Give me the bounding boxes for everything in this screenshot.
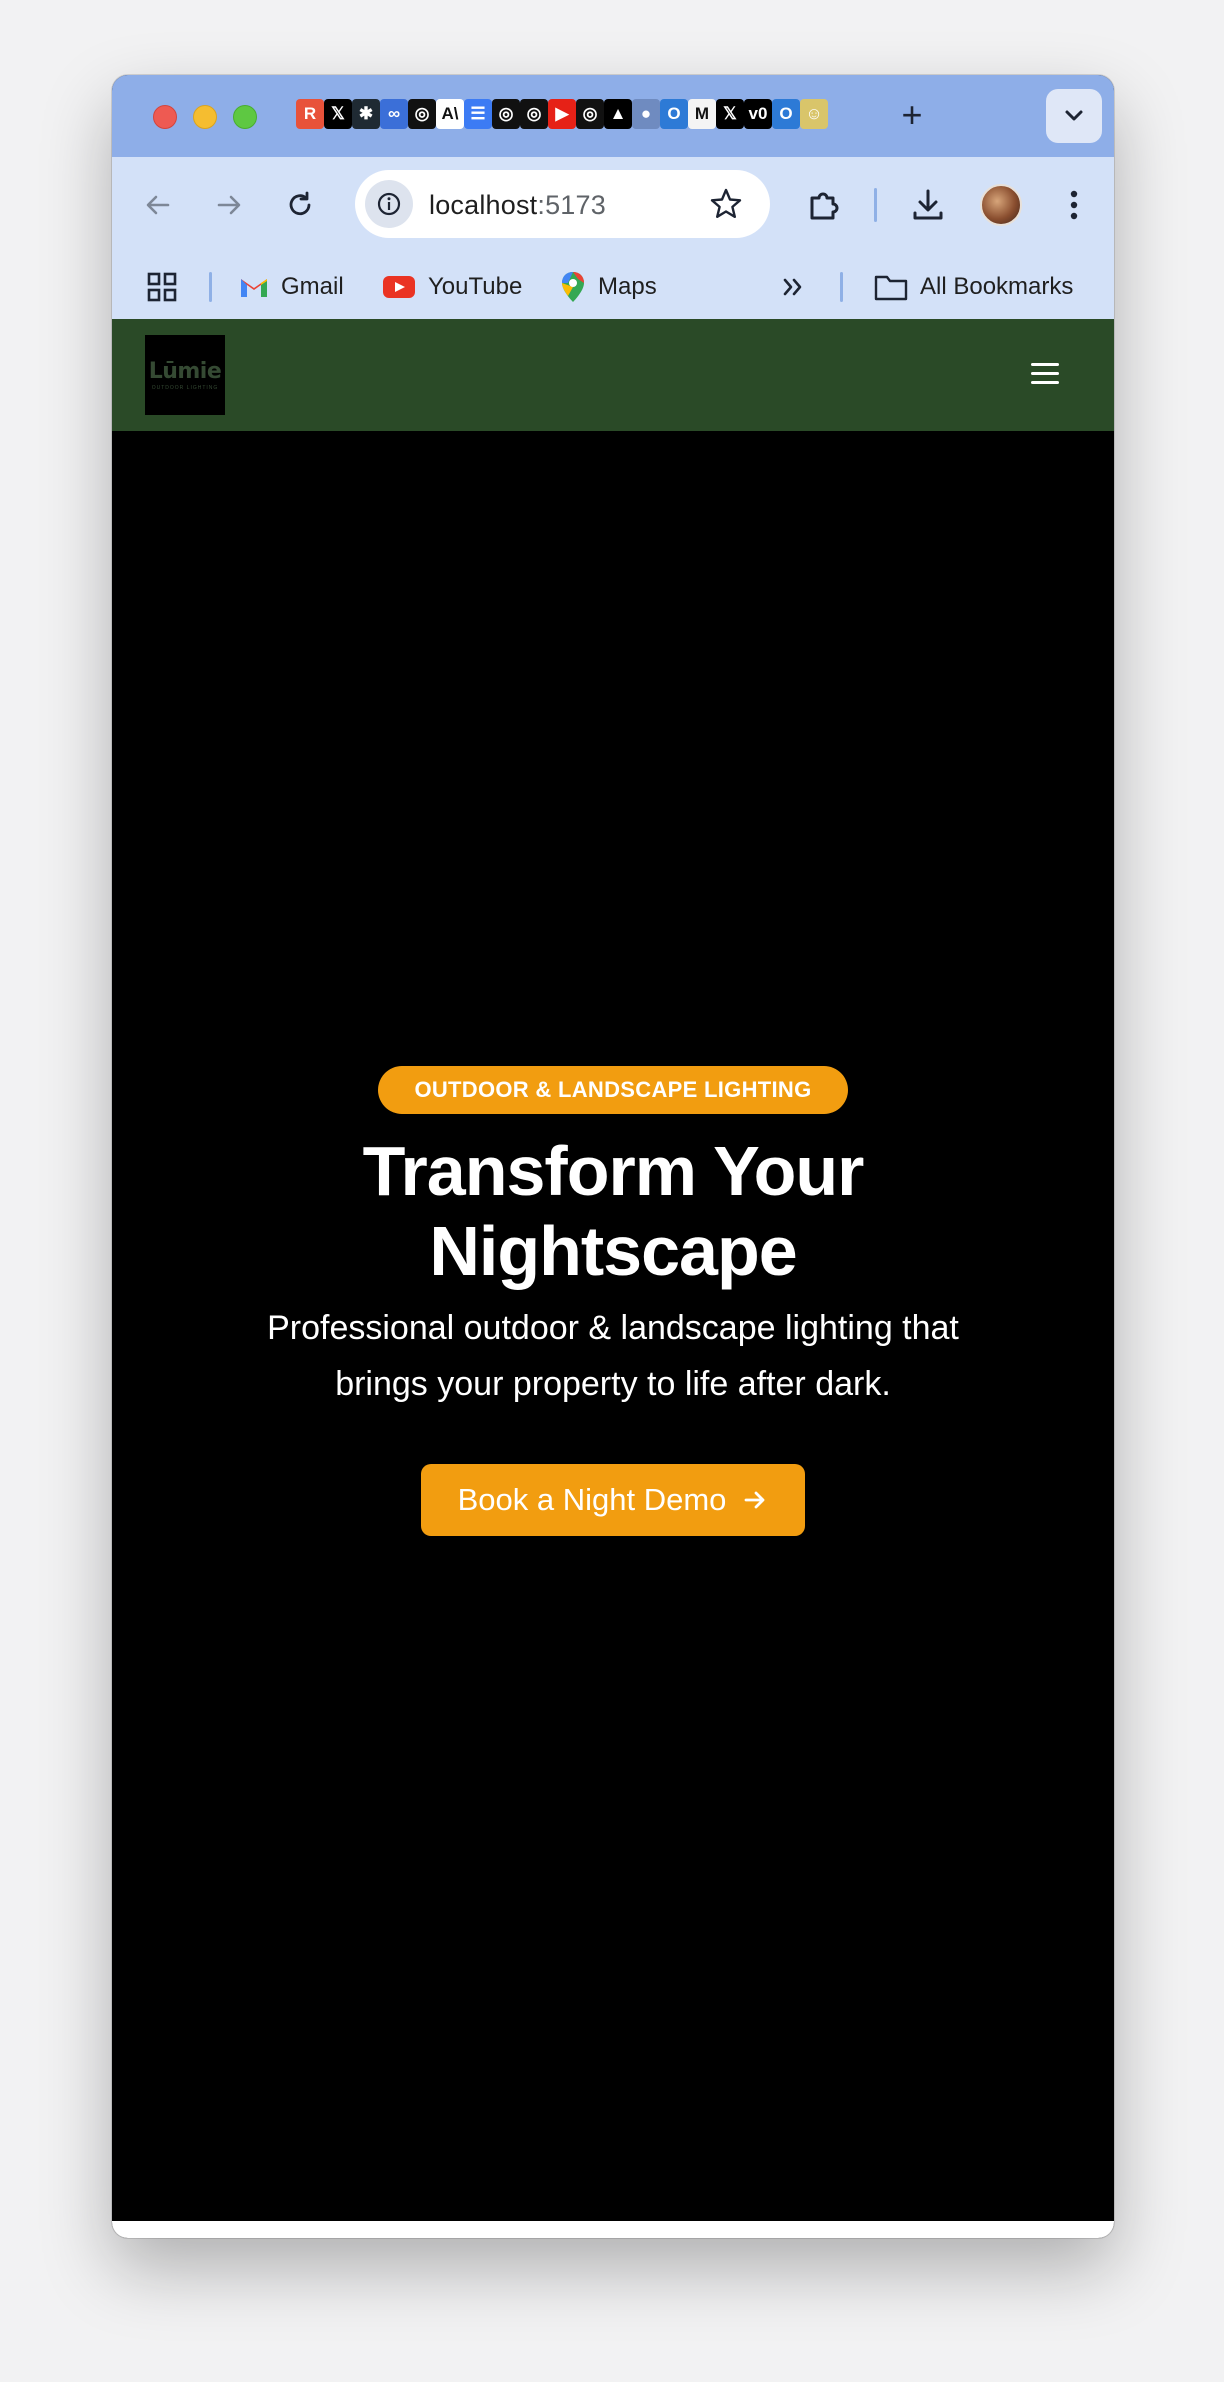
bookmark-star-button[interactable] [708,186,744,227]
apps-button[interactable] [146,267,178,307]
cta-label: Book a Night Demo [457,1482,727,1517]
arrow-left-icon [146,195,170,215]
outlook-icon[interactable]: O [772,99,800,129]
browser-toolbar: localhost:5173 Gmail YouTube Maps All Bo… [112,157,1114,319]
forward-button[interactable] [209,185,249,225]
tab-strip: R 𝕏 ✱ ∞ ◎ A\ ☰ ◎ ◎ ▶ ◎ ▲ ● O M 𝕏v0 O ☺ + [112,75,1114,157]
meta-icon[interactable]: ∞ [380,99,408,129]
arrow-right-icon [745,1491,765,1509]
minimize-window-button[interactable] [193,105,217,129]
bookmark-label: YouTube [428,273,523,300]
back-button[interactable] [138,185,178,225]
outlook-icon[interactable]: O [660,99,688,129]
site-info-button[interactable] [365,180,413,228]
youtube-icon [382,275,416,299]
bookmark-label: Maps [598,273,657,300]
hero-subtext: Professional outdoor & landscape lightin… [212,1300,1014,1412]
bookmarks-divider [840,272,843,302]
hero-section: OUTDOOR & LANDSCAPE LIGHTING Transform Y… [112,431,1114,2221]
info-icon [377,192,401,216]
profile-avatar[interactable] [980,184,1022,226]
headline-line: Transform Your [362,1132,865,1210]
bookmark-label: Gmail [281,273,344,300]
chatgpt-icon[interactable]: ◎ [520,99,548,129]
puzzle-icon [810,192,839,220]
browser-menu-button[interactable] [1052,183,1096,227]
youtube-icon[interactable]: ▶ [548,99,576,129]
web-page: Lūmie OUTDOOR LIGHTING OUTDOOR & LANDSCA… [112,319,1114,2221]
more-vertical-icon [1070,190,1078,220]
arrow-right-icon [217,195,241,215]
page-bottom-edge [112,2221,1114,2238]
headline-line: Nightscape [429,1212,797,1290]
url-port: :5173 [537,190,606,220]
book-night-demo-button[interactable]: Book a Night Demo [421,1464,805,1536]
apps-grid-icon [147,272,177,302]
chevron-double-right-icon [783,278,802,296]
reload-button[interactable] [280,185,320,225]
address-bar[interactable]: localhost:5173 [355,170,770,238]
extensions-button[interactable] [802,183,846,227]
fullscreen-window-button[interactable] [233,105,257,129]
chatgpt-icon[interactable]: ◎ [576,99,604,129]
logo-tagline: OUTDOOR LIGHTING [151,385,219,391]
star-icon [710,188,742,218]
x-icon[interactable]: 𝕏 [716,99,744,129]
x-icon[interactable]: 𝕏 [324,99,352,129]
anthropic-icon[interactable]: A\ [436,99,464,129]
docs-icon[interactable]: ☰ [464,99,492,129]
avatar-icon[interactable]: ☺ [800,99,828,129]
perplexity-icon[interactable]: ✱ [352,99,380,129]
maps-icon [560,270,586,304]
chatgpt-icon[interactable]: ◎ [408,99,436,129]
site-header: Lūmie OUTDOOR LIGHTING [112,319,1114,431]
pinned-tabs: R 𝕏 ✱ ∞ ◎ A\ ☰ ◎ ◎ ▶ ◎ ▲ ● O M 𝕏v0 O ☺ [296,99,828,133]
toolbar-divider [874,188,877,222]
gmail-icon[interactable]: M [688,99,716,129]
chatgpt-icon[interactable]: ◎ [492,99,520,129]
more-bookmarks-button[interactable] [780,267,806,307]
subtext-line: Professional outdoor & landscape lightin… [267,1309,959,1347]
all-bookmarks-label: All Bookmarks [920,273,1074,300]
tab-search-button[interactable] [1046,89,1102,143]
globe-icon[interactable]: ● [632,99,660,129]
browser-window: R 𝕏 ✱ ∞ ◎ A\ ☰ ◎ ◎ ▶ ◎ ▲ ● O M 𝕏v0 O ☺ + localhost:5173 [112,75,1114,2238]
close-window-button[interactable] [153,105,177,129]
gmail-icon [239,275,269,299]
site-logo[interactable]: Lūmie OUTDOOR LIGHTING [145,335,225,415]
hamburger-menu-icon[interactable] [1031,363,1059,387]
download-icon [913,189,943,220]
subtext-line: brings your property to life after dark. [335,1365,891,1403]
bookmark-gmail[interactable]: Gmail [239,267,344,307]
folder-icon [874,273,908,301]
bookmark-youtube[interactable]: YouTube [382,267,522,307]
v0-icon[interactable]: v0 [744,99,772,129]
new-tab-button[interactable]: + [892,95,932,135]
all-bookmarks-button[interactable]: All Bookmarks [874,267,1073,307]
bookmarks-divider [209,272,212,302]
recraft-icon[interactable]: R [296,99,324,129]
hero-headline: Transform Your Nightscape [112,1131,1114,1291]
url-text: localhost:5173 [429,190,606,221]
hero-badge: OUTDOOR & LANDSCAPE LIGHTING [378,1066,848,1114]
logo-wordmark: Lūmie [148,359,222,384]
downloads-button[interactable] [906,183,950,227]
bookmark-maps[interactable]: Maps [560,267,657,307]
vercel-icon[interactable]: ▲ [604,99,632,129]
url-host: localhost [429,190,538,220]
reload-icon [289,191,311,216]
chevron-down-icon [1065,110,1083,121]
